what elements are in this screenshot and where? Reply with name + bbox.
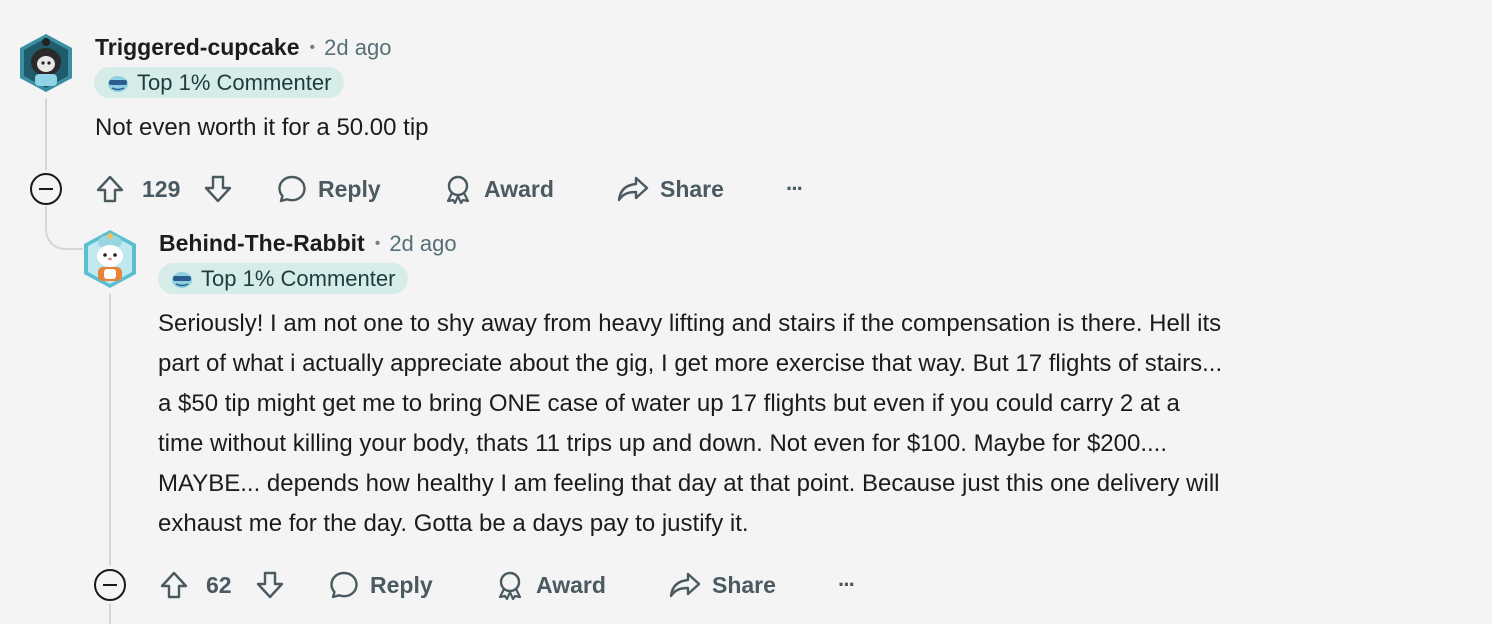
comment-body-line: Seriously! I am not one to shy away from…	[158, 310, 1222, 337]
more-options-icon: ···	[838, 572, 856, 597]
award-button[interactable]: Award	[442, 170, 554, 208]
badge-label: Top 1% Commenter	[201, 265, 396, 291]
share-button[interactable]: Share	[668, 566, 776, 604]
thread-line[interactable]	[109, 604, 111, 624]
upvote-icon	[160, 571, 188, 599]
thread-line[interactable]	[109, 294, 111, 566]
reply-button[interactable]: Reply	[328, 566, 433, 604]
more-options-icon: ···	[786, 176, 804, 201]
collapse-button[interactable]	[30, 173, 62, 205]
upvote-button[interactable]	[158, 566, 190, 604]
commenter-badge[interactable]: Top 1% Commenter	[94, 67, 345, 98]
share-button[interactable]: Share	[616, 170, 724, 208]
comment-body-line: MAYBE... depends how healthy I am feelin…	[158, 470, 1220, 497]
award-label: Award	[484, 175, 554, 202]
username[interactable]: Triggered-cupcake	[95, 34, 300, 61]
comment-body-line: exhaust me for the day. Gotta be a days …	[158, 510, 749, 537]
vote-count-label: 62	[206, 571, 232, 598]
award-button[interactable]: Award	[494, 566, 606, 604]
badge-label: Top 1% Commenter	[137, 69, 332, 95]
comment-meta: Triggered-cupcake • 2d ago	[95, 34, 391, 61]
vote-count: 129	[142, 170, 180, 208]
separator-dot: •	[309, 39, 316, 56]
avatar[interactable]	[18, 32, 74, 94]
share-icon	[669, 572, 701, 598]
more-options-button[interactable]: ···	[838, 566, 856, 604]
commenter-badge-icon	[172, 271, 192, 288]
downvote-button[interactable]	[254, 566, 286, 604]
thread-line[interactable]	[45, 98, 47, 170]
reply-icon	[330, 571, 358, 599]
award-label: Award	[536, 571, 606, 598]
thread-elbow[interactable]	[45, 206, 83, 250]
vote-count-label: 129	[142, 175, 181, 202]
separator-dot: •	[374, 235, 381, 252]
reply-label: Reply	[370, 571, 433, 598]
commenter-badge[interactable]: Top 1% Commenter	[158, 263, 409, 294]
avatar[interactable]	[82, 228, 138, 290]
downvote-button[interactable]	[202, 170, 234, 208]
award-icon	[446, 175, 470, 205]
downvote-icon	[204, 175, 232, 203]
comment-thread: Triggered-cupcake • 2d ago Top 1% Commen…	[0, 0, 1492, 624]
upvote-button[interactable]	[94, 170, 126, 208]
share-label: Share	[712, 571, 776, 598]
award-icon	[498, 571, 522, 601]
comment-body-line: part of what i actually appreciate about…	[158, 350, 1223, 377]
upvote-icon	[96, 175, 124, 203]
comment-body-line: time without killing your body, thats 11…	[158, 430, 1168, 457]
more-options-button[interactable]: ···	[786, 170, 804, 208]
comment-body-line: a $50 tip might get me to bring ONE case…	[158, 390, 1180, 417]
share-label: Share	[660, 175, 724, 202]
timestamp[interactable]: 2d ago	[389, 231, 456, 257]
vote-count: 62	[206, 566, 232, 604]
comment-body: Not even worth it for a 50.00 tip	[95, 114, 429, 141]
reply-icon	[278, 175, 306, 203]
minus-icon	[103, 584, 117, 586]
minus-icon	[39, 188, 53, 190]
share-icon	[617, 176, 649, 202]
collapse-button[interactable]	[94, 569, 126, 601]
timestamp[interactable]: 2d ago	[324, 35, 391, 61]
reply-button[interactable]: Reply	[276, 170, 381, 208]
reply-label: Reply	[318, 175, 381, 202]
username[interactable]: Behind-The-Rabbit	[159, 230, 365, 257]
commenter-badge-icon	[108, 75, 128, 92]
downvote-icon	[256, 571, 284, 599]
comment-meta: Behind-The-Rabbit • 2d ago	[159, 230, 457, 257]
comment-body: Seriously! I am not one to shy away from…	[158, 304, 1468, 544]
